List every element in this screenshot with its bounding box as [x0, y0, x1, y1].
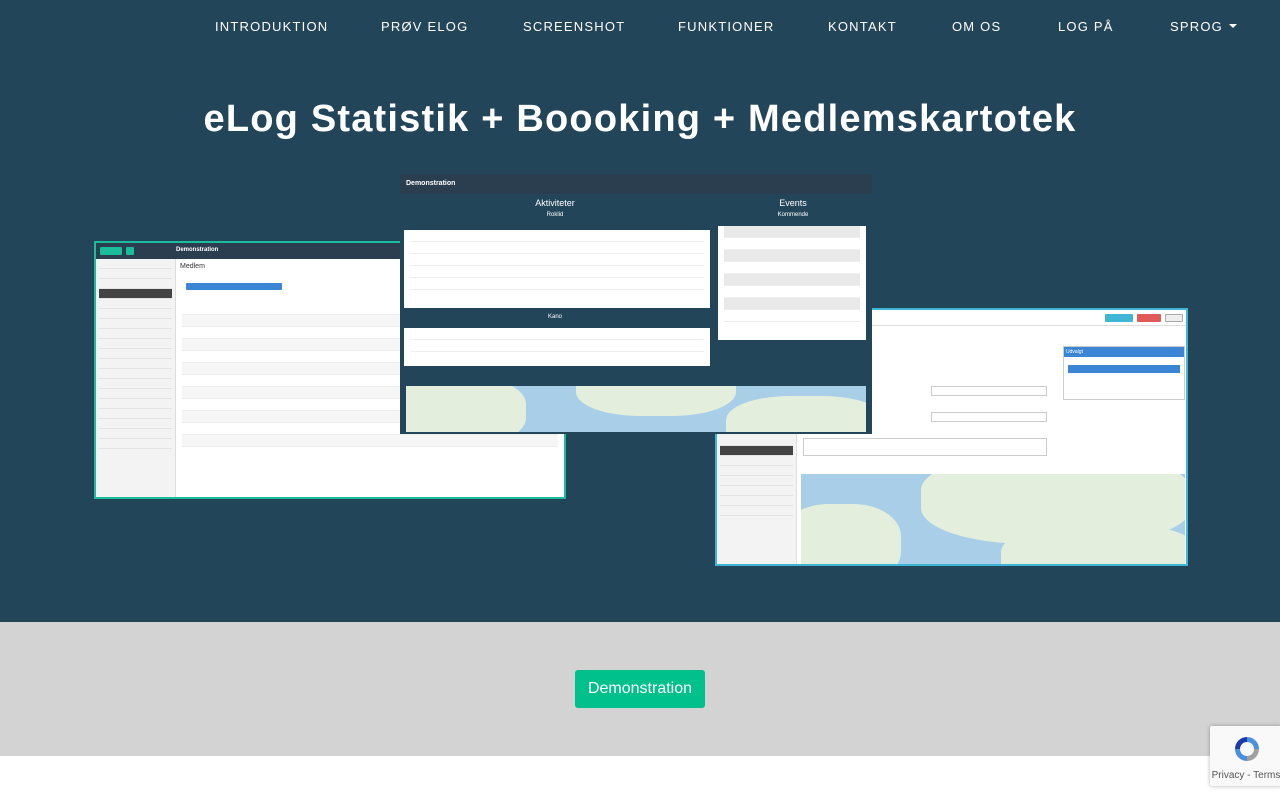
hero-section: INTRODUKTION PRØV ELOG SCREENSHOT FUNKTI…: [0, 0, 1280, 622]
nav-language-dropdown[interactable]: SPROG: [1170, 19, 1237, 34]
nav-screenshot[interactable]: SCREENSHOT: [523, 19, 625, 34]
map-view: [406, 386, 866, 432]
activities-subheading: Roklid: [546, 212, 564, 218]
app-lang-icon: [1165, 314, 1183, 322]
app-title: Demonstration: [176, 247, 219, 253]
events-subheading: Kommende: [777, 212, 809, 218]
nav-om-os[interactable]: OM OS: [952, 19, 1001, 34]
nav-kontakt[interactable]: KONTAKT: [828, 19, 897, 34]
app-title: Demonstration: [406, 180, 456, 187]
app-sidebar: [96, 259, 176, 497]
page: INTRODUKTION PRØV ELOG SCREENSHOT FUNKTI…: [0, 0, 1280, 800]
app-logout-icon: [1137, 314, 1161, 322]
activities-heading: Aktiviteter: [535, 198, 575, 208]
top-navigation: INTRODUKTION PRØV ELOG SCREENSHOT FUNKTI…: [0, 0, 1280, 54]
activities-table: [404, 230, 710, 308]
nav-proev-elog[interactable]: PRØV ELOG: [381, 19, 468, 34]
nav-funktioner[interactable]: FUNKTIONER: [678, 19, 775, 34]
events-list: [718, 226, 866, 340]
events-heading: Events: [779, 198, 807, 208]
caret-down-icon: [1228, 24, 1237, 28]
language-label: SPROG: [1170, 19, 1223, 34]
app-toggle-icon: [126, 247, 134, 255]
app-menu-button-icon: [100, 247, 122, 255]
title-brand: eLog: [203, 98, 300, 140]
screenshot-activities: Demonstration Aktiviteter Roklid Kano Ev…: [400, 174, 872, 434]
nav-introduktion[interactable]: INTRODUKTION: [215, 19, 328, 34]
app-top-bar: Demonstration: [400, 174, 872, 194]
title-tagline: Statistik + Boooking + Medlemskartotek: [299, 98, 1077, 140]
recaptcha-links[interactable]: Privacy - Terms: [1210, 770, 1280, 781]
map-view: [801, 474, 1185, 564]
activities-subheading-2: Kano: [547, 314, 562, 320]
nav-log-paa[interactable]: LOG PÅ: [1058, 19, 1114, 34]
app-button-icon: [1105, 314, 1133, 322]
kano-table: [404, 328, 710, 366]
recaptcha-icon: [1235, 737, 1259, 761]
recaptcha-badge[interactable]: Privacy - Terms: [1210, 726, 1280, 786]
demonstration-button[interactable]: Demonstration: [575, 670, 705, 708]
tab-strip: [186, 283, 282, 290]
panel-heading: Udvalgt: [1064, 347, 1184, 357]
page-title: eLog Statistik + Boooking + Medlemskarto…: [0, 98, 1280, 141]
